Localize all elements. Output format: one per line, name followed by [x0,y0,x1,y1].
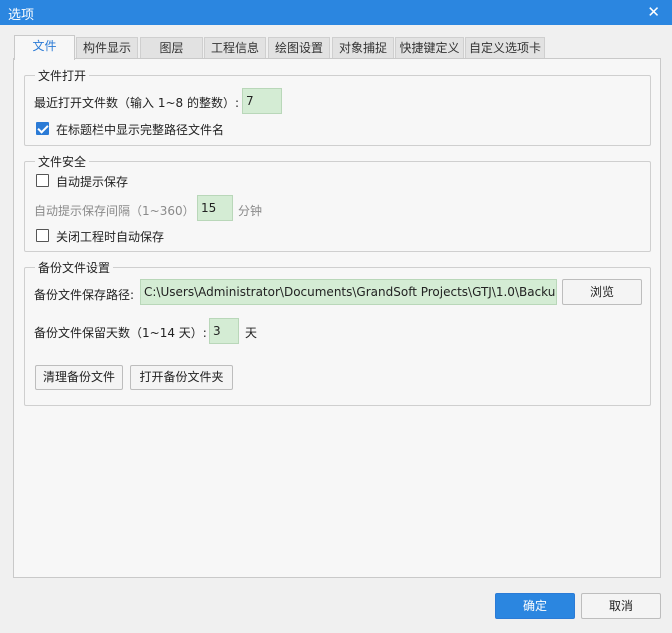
close-autosave-label: 关闭工程时自动保存 [56,230,165,244]
window-title: 选项 [8,8,35,23]
tab-drawing-settings[interactable]: 绘图设置 [268,37,330,58]
autosave-prompt-checkbox[interactable] [36,174,49,187]
cancel-button[interactable]: 取消 [581,593,661,619]
tab-component-display[interactable]: 构件显示 [76,37,138,58]
browse-button[interactable]: 浏览 [562,279,642,305]
tab-object-snap[interactable]: 对象捕捉 [332,37,394,58]
file-safety-legend: 文件安全 [35,153,90,170]
clean-backup-button[interactable]: 清理备份文件 [35,365,123,390]
backup-path-label: 备份文件保存路径: [34,288,135,302]
close-autosave-checkbox[interactable] [36,229,49,242]
backup-days-unit: 天 [245,326,258,340]
backup-days-label: 备份文件保留天数（1~14 天）: [34,326,207,340]
autosave-prompt-label: 自动提示保存 [56,175,129,189]
backup-group: 备份文件设置 备份文件保存路径: C:\Users\Administrator\… [24,259,651,406]
backup-days-input[interactable]: 3 [209,318,239,344]
backup-legend: 备份文件设置 [35,259,114,276]
tab-layers[interactable]: 图层 [140,37,203,58]
fullpath-checkbox[interactable] [36,122,49,135]
title-bar: 选项 ✕ [0,0,672,25]
open-backup-folder-button[interactable]: 打开备份文件夹 [130,365,233,390]
autosave-interval-label: 自动提示保存间隔（1~360） [34,204,195,218]
tab-custom-tabs[interactable]: 自定义选项卡 [465,37,545,58]
interval-unit-label: 分钟 [238,204,263,218]
file-open-group: 文件打开 最近打开文件数（输入 1~8 的整数）: 7 在标题栏中显示完整路径文… [24,67,651,146]
backup-path-input[interactable]: C:\Users\Administrator\Documents\GrandSo… [140,279,557,305]
recent-files-label: 最近打开文件数（输入 1~8 的整数）: [34,96,239,110]
recent-files-input[interactable]: 7 [242,88,282,114]
file-open-legend: 文件打开 [35,67,90,84]
fullpath-label: 在标题栏中显示完整路径文件名 [56,123,225,137]
close-icon[interactable]: ✕ [647,3,660,21]
tab-shortcut-keys[interactable]: 快捷键定义 [395,37,464,58]
tab-panel-file: 文件打开 最近打开文件数（输入 1~8 的整数）: 7 在标题栏中显示完整路径文… [13,58,661,578]
tab-project-info[interactable]: 工程信息 [204,37,266,58]
file-safety-group: 文件安全 自动提示保存 自动提示保存间隔（1~360） 15 分钟 关闭工程时自… [24,153,651,252]
autosave-interval-input[interactable]: 15 [197,195,233,221]
ok-button[interactable]: 确定 [495,593,575,619]
tab-file[interactable]: 文件 [14,35,75,60]
